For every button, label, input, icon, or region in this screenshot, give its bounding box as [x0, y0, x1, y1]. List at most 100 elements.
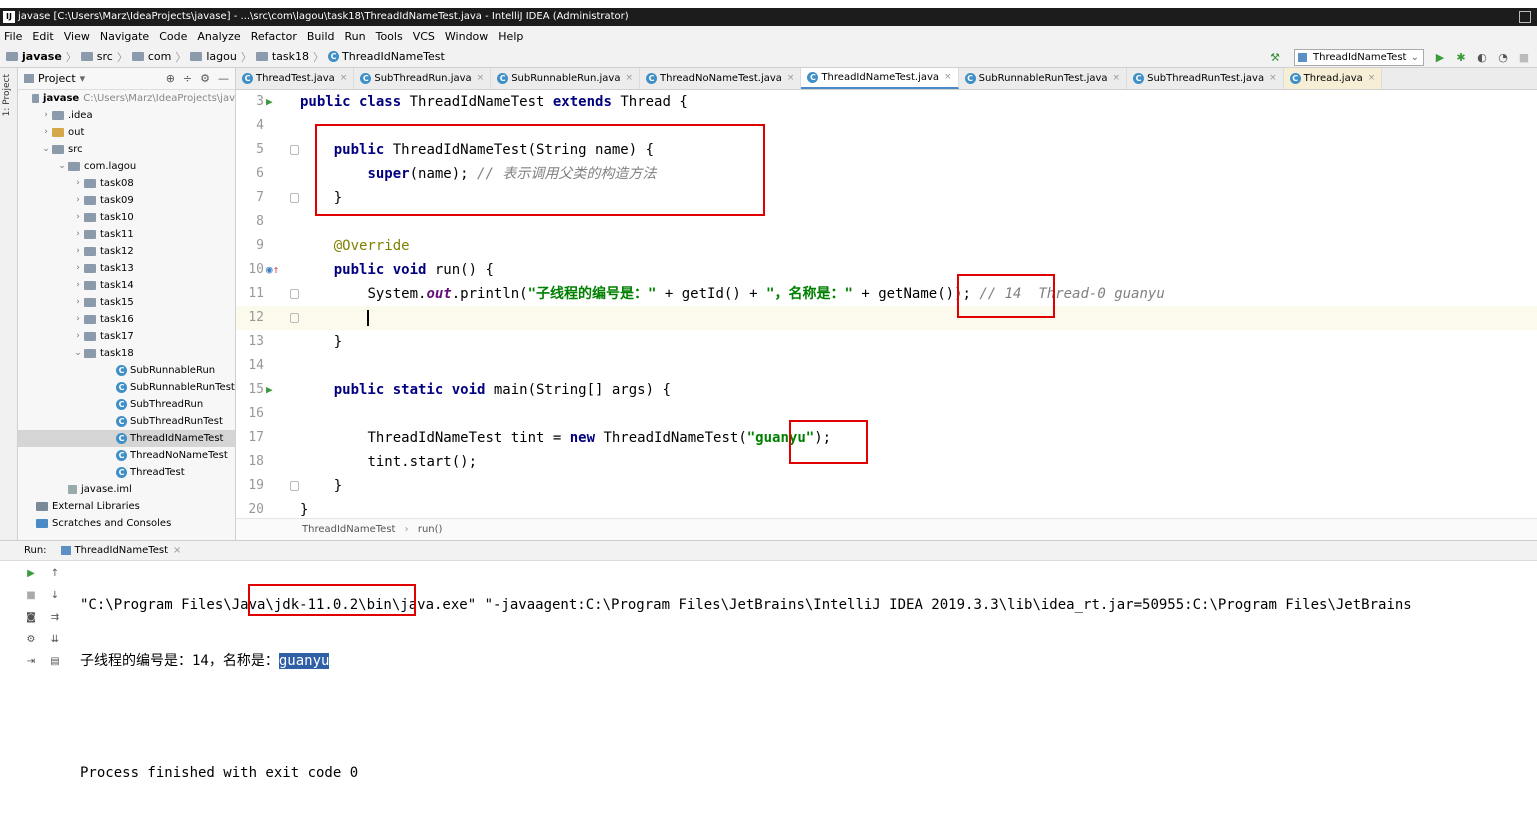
chevron-right-icon[interactable]: ›	[72, 209, 84, 226]
close-icon[interactable]: ×	[625, 73, 633, 83]
chevron-right-icon[interactable]: ›	[72, 277, 84, 294]
tree-item[interactable]: javase C:\Users\Marz\IdeaProjects\jav	[18, 90, 235, 107]
fold-marker-icon[interactable]	[290, 145, 299, 155]
editor-tab[interactable]: C SubRunnableRunTest.java ×	[959, 68, 1128, 89]
gear-icon[interactable]: ⚙	[200, 72, 210, 85]
settings-icon[interactable]: ⚙	[24, 633, 38, 647]
chevron-right-icon[interactable]: ›	[72, 311, 84, 328]
menu-build[interactable]: Build	[307, 30, 335, 43]
tree-item[interactable]: javase.iml	[18, 481, 235, 498]
close-icon[interactable]: ×	[787, 73, 795, 83]
close-icon[interactable]: ×	[1368, 73, 1376, 83]
debug-icon[interactable]: ✱	[1453, 49, 1469, 65]
chevron-right-icon[interactable]: ›	[40, 124, 52, 141]
chevron-right-icon[interactable]: ›	[72, 175, 84, 192]
editor-tab[interactable]: C ThreadIdNameTest.java ×	[801, 68, 959, 89]
menu-refactor[interactable]: Refactor	[251, 30, 297, 43]
breadcrumb-javase[interactable]: javase	[6, 50, 62, 63]
exit-icon[interactable]: ⇥	[24, 655, 38, 669]
build-hammer-icon[interactable]: ⚒	[1267, 49, 1283, 65]
console-output[interactable]: "C:\Program Files\Java\jdk-11.0.2\bin\ja…	[80, 561, 1537, 817]
menu-analyze[interactable]: Analyze	[197, 30, 240, 43]
editor-tab[interactable]: C ThreadNoNameTest.java ×	[640, 68, 802, 89]
tree-item[interactable]: ⌄ src	[18, 141, 235, 158]
rerun-icon[interactable]: ▶	[24, 567, 38, 581]
run-configuration-select[interactable]: ThreadIdNameTest ⌄	[1294, 48, 1424, 66]
tree-item[interactable]: › .idea	[18, 107, 235, 124]
project-view-selector[interactable]: Project	[38, 72, 76, 85]
close-icon[interactable]: ×	[477, 73, 485, 83]
up-arrow-icon[interactable]: ↑	[48, 567, 62, 581]
editor-crumb-method[interactable]: run()	[418, 524, 443, 535]
chevron-right-icon[interactable]: ›	[40, 107, 52, 124]
stop-icon[interactable]: ■	[24, 589, 38, 603]
tree-item[interactable]: C SubRunnableRunTest	[18, 379, 235, 396]
close-icon[interactable]: ×	[1269, 73, 1277, 83]
tree-item[interactable]: › task09	[18, 192, 235, 209]
close-icon[interactable]: ×	[1113, 73, 1121, 83]
editor-tab[interactable]: C ThreadTest.java ×	[236, 68, 355, 89]
tree-item[interactable]: C ThreadNoNameTest	[18, 447, 235, 464]
window-control-button[interactable]	[1519, 11, 1531, 23]
run-icon[interactable]: ▶	[1432, 49, 1448, 65]
soft-wrap-icon[interactable]: ⇉	[48, 611, 62, 625]
close-icon[interactable]: ×	[173, 545, 181, 556]
tree-item[interactable]: › task16	[18, 311, 235, 328]
chevron-right-icon[interactable]: ›	[72, 192, 84, 209]
tree-item[interactable]: C SubThreadRunTest	[18, 413, 235, 430]
breadcrumb-src[interactable]: src	[80, 50, 113, 63]
collapse-icon[interactable]: ÷	[183, 72, 192, 85]
tree-item[interactable]: ⌄ task18	[18, 345, 235, 362]
menu-vcs[interactable]: VCS	[413, 30, 435, 43]
breadcrumb-lagou[interactable]: lagou	[190, 50, 237, 63]
menu-view[interactable]: View	[64, 30, 90, 43]
menu-navigate[interactable]: Navigate	[100, 30, 149, 43]
chevron-right-icon[interactable]: ›	[72, 226, 84, 243]
editor-tab[interactable]: C SubRunnableRun.java ×	[491, 68, 641, 89]
stop-icon[interactable]: ■	[1516, 49, 1532, 65]
project-tool-button[interactable]: 1: Project	[2, 74, 12, 116]
fold-marker-icon[interactable]	[290, 481, 299, 491]
tree-item[interactable]: ⌄ com.lagou	[18, 158, 235, 175]
code-editor[interactable]: 3 ▶ public class ThreadIdNameTest extend…	[236, 90, 1537, 518]
locate-icon[interactable]: ⊕	[166, 72, 175, 85]
tree-item[interactable]: C SubThreadRun	[18, 396, 235, 413]
tree-item[interactable]: › out	[18, 124, 235, 141]
scroll-end-icon[interactable]: ⇊	[48, 633, 62, 647]
menu-window[interactable]: Window	[445, 30, 488, 43]
chevron-down-icon[interactable]: ⌄	[72, 345, 84, 362]
tree-item[interactable]: › task13	[18, 260, 235, 277]
chevron-right-icon[interactable]: ›	[72, 260, 84, 277]
tree-item[interactable]: Scratches and Consoles	[18, 515, 235, 532]
editor-tab[interactable]: C Thread.java ×	[1283, 68, 1383, 89]
breadcrumb-com[interactable]: com	[131, 50, 171, 63]
menu-file[interactable]: File	[4, 30, 22, 43]
menu-tools[interactable]: Tools	[376, 30, 403, 43]
run-tab[interactable]: ThreadIdNameTest ×	[60, 545, 181, 556]
chevron-right-icon[interactable]: ›	[72, 243, 84, 260]
down-arrow-icon[interactable]: ↓	[48, 589, 62, 603]
tree-item[interactable]: › task10	[18, 209, 235, 226]
tree-item[interactable]: C ThreadTest	[18, 464, 235, 481]
tree-item[interactable]: External Libraries	[18, 498, 235, 515]
chevron-down-icon[interactable]: ⌄	[56, 158, 68, 175]
chevron-right-icon[interactable]: ›	[72, 294, 84, 311]
close-icon[interactable]: ×	[340, 73, 348, 83]
tree-item[interactable]: C ThreadIdNameTest	[18, 430, 235, 447]
tree-item[interactable]: › task12	[18, 243, 235, 260]
coverage-icon[interactable]: ◐	[1474, 49, 1490, 65]
tree-item[interactable]: C SubRunnableRun	[18, 362, 235, 379]
tree-item[interactable]: › task17	[18, 328, 235, 345]
editor-crumb-class[interactable]: ThreadIdNameTest	[302, 524, 395, 535]
override-gutter-icon[interactable]: ◉↑	[266, 258, 279, 282]
breadcrumb-task18[interactable]: task18	[255, 50, 309, 63]
profile-icon[interactable]: ◔	[1495, 49, 1511, 65]
editor-tab[interactable]: C SubThreadRunTest.java ×	[1127, 68, 1284, 89]
menu-code[interactable]: Code	[159, 30, 187, 43]
menu-edit[interactable]: Edit	[32, 30, 53, 43]
camera-icon[interactable]: ◙	[24, 611, 38, 625]
tree-item[interactable]: › task11	[18, 226, 235, 243]
run-gutter-icon[interactable]: ▶	[266, 378, 273, 402]
close-icon[interactable]: ×	[944, 72, 952, 82]
run-gutter-icon[interactable]: ▶	[266, 90, 273, 114]
